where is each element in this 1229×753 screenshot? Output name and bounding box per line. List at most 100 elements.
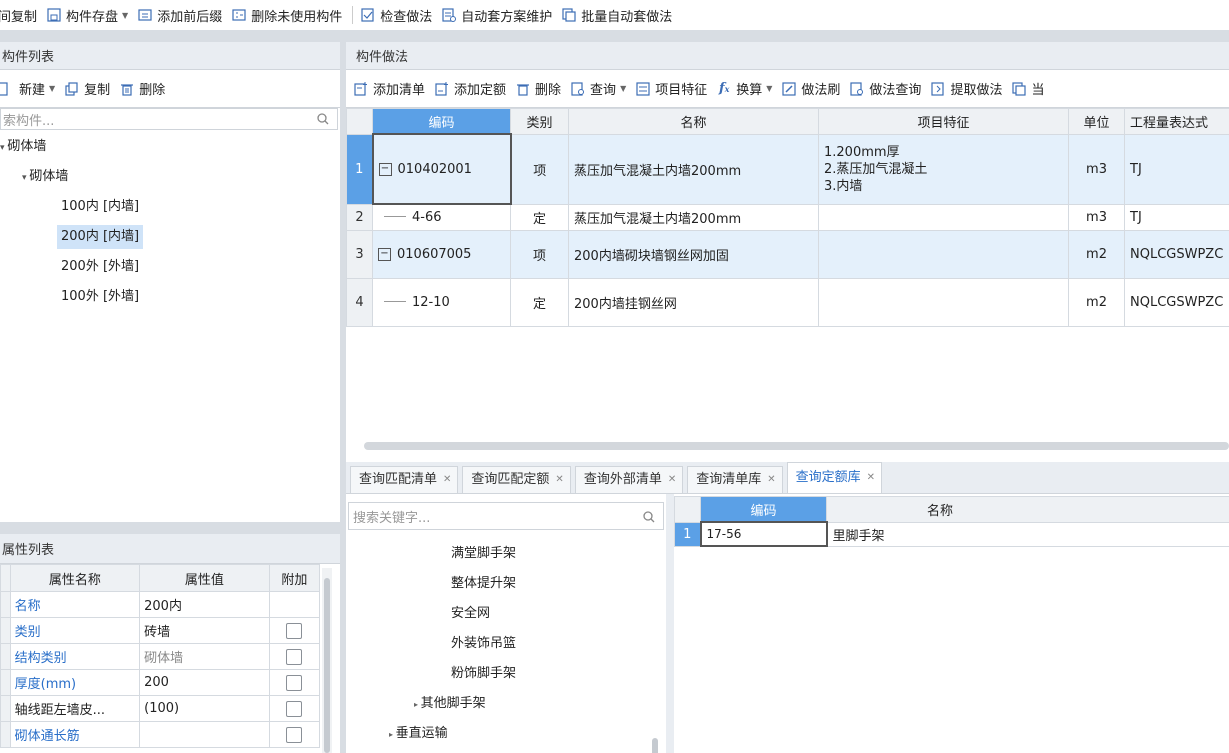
name-cell[interactable]: 200内墙挂钢丝网 bbox=[568, 277, 819, 327]
collapse-icon[interactable]: − bbox=[378, 247, 391, 261]
chevron-down-icon[interactable]: ▼ bbox=[122, 11, 128, 20]
table-row[interactable]: 1 17-56 里脚手架 bbox=[674, 521, 1229, 547]
kind-cell[interactable]: 定 bbox=[510, 203, 569, 231]
tab-match-quota[interactable]: 查询匹配定额 ✕ bbox=[462, 466, 571, 493]
library-node[interactable]: 整体提升架 bbox=[451, 572, 516, 591]
convert-button[interactable]: f x 换算 ▼ bbox=[713, 73, 778, 105]
toolbar-delete-unused-button[interactable]: 删除未使用构件 bbox=[228, 0, 348, 30]
method-hscrollbar[interactable] bbox=[364, 442, 1229, 450]
method-query-button[interactable]: 做法查询 bbox=[846, 73, 927, 105]
unit-cell[interactable]: m3 bbox=[1068, 133, 1125, 205]
result-name-header[interactable]: 名称 bbox=[826, 496, 1229, 523]
chevron-down-icon[interactable]: ▼ bbox=[766, 84, 772, 93]
property-value[interactable]: 砖墙 bbox=[139, 617, 270, 644]
unit-cell[interactable]: m3 bbox=[1068, 203, 1125, 231]
extra-checkbox[interactable] bbox=[286, 700, 303, 717]
property-row-rebar[interactable]: 砌体通长筋 bbox=[0, 721, 320, 748]
toolbar-save-component-button[interactable]: 构件存盘 ▼ bbox=[43, 0, 134, 30]
library-node[interactable]: ▸ 其他脚手架 bbox=[414, 692, 486, 711]
chevron-down-icon[interactable]: ▼ bbox=[620, 84, 626, 93]
extra-checkbox[interactable] bbox=[286, 622, 303, 639]
name-header[interactable]: 名称 bbox=[568, 108, 819, 135]
property-value[interactable]: (100) bbox=[139, 695, 270, 722]
code-cell[interactable]: 4-66 bbox=[372, 203, 511, 231]
library-splitter[interactable] bbox=[666, 494, 674, 753]
chevron-down-icon[interactable]: ▼ bbox=[49, 84, 55, 93]
feature-cell[interactable]: 1.200mm厚 2.蒸压加气混凝土 3.内墙 bbox=[818, 133, 1069, 205]
library-node[interactable]: ▸ 垂直运输 bbox=[389, 722, 448, 741]
table-row[interactable]: 2 4-66 定 蒸压加气混凝土内墙200mm m3 TJ bbox=[346, 203, 1229, 231]
result-code-header[interactable]: 编码 bbox=[700, 496, 827, 523]
property-scrollbar-thumb[interactable] bbox=[324, 578, 330, 753]
library-search-input[interactable]: 搜索关键字... bbox=[348, 502, 664, 530]
close-icon[interactable]: ✕ bbox=[555, 467, 563, 493]
tree-node-100-inner[interactable]: 100内 [内墙] bbox=[61, 195, 139, 219]
tab-quota-library[interactable]: 查询定额库 ✕ bbox=[786, 462, 883, 493]
expr-cell[interactable]: TJ bbox=[1124, 203, 1229, 231]
unit-cell[interactable]: m2 bbox=[1068, 229, 1125, 279]
component-search-input[interactable]: 索构件... bbox=[0, 108, 338, 130]
toolbar-scheme-button[interactable]: 自动套方案维护 bbox=[438, 0, 558, 30]
property-row-category[interactable]: 类别 砖墙 bbox=[0, 617, 320, 644]
add-list-button[interactable]: 添加清单 bbox=[350, 73, 431, 105]
search-icon[interactable] bbox=[317, 113, 329, 129]
result-name-cell[interactable]: 里脚手架 bbox=[826, 521, 1229, 547]
tab-match-list[interactable]: 查询匹配清单 ✕ bbox=[350, 466, 459, 493]
code-cell[interactable]: −010607005 bbox=[372, 229, 511, 279]
result-code-cell[interactable]: 17-56 bbox=[699, 521, 828, 547]
tree-node-200-outer[interactable]: 200外 [外墙] bbox=[61, 255, 139, 279]
expr-cell[interactable]: TJ bbox=[1124, 133, 1229, 205]
toolbar-batch-button[interactable]: 批量自动套做法 bbox=[558, 0, 678, 30]
current-button[interactable]: 当 bbox=[1008, 73, 1050, 105]
copy-button[interactable]: 复制 bbox=[61, 73, 116, 105]
feature-button[interactable]: 项目特征 bbox=[632, 73, 713, 105]
property-row-thickness[interactable]: 厚度(mm) 200 bbox=[0, 669, 320, 696]
feature-header[interactable]: 项目特征 bbox=[818, 108, 1069, 135]
library-node[interactable]: 粉饰脚手架 bbox=[451, 662, 516, 681]
extract-method-button[interactable]: 提取做法 bbox=[927, 73, 1008, 105]
toolbar-copy-button[interactable]: 间复制 bbox=[0, 0, 43, 30]
library-node[interactable]: 满堂脚手架 bbox=[451, 542, 516, 561]
library-scrollbar-thumb[interactable] bbox=[652, 738, 658, 753]
name-cell[interactable]: 蒸压加气混凝土内墙200mm bbox=[568, 133, 819, 205]
property-value[interactable]: 200内 bbox=[139, 591, 270, 618]
tree-node-masonry-wall[interactable]: ▾ 砌体墙 bbox=[0, 135, 46, 159]
table-row[interactable]: 4 12-10 定 200内墙挂钢丝网 m2 NQLCGSWPZC bbox=[346, 277, 1229, 327]
tree-node-200-inner[interactable]: 200内 [内墙] bbox=[57, 225, 144, 249]
method-brush-button[interactable]: 做法刷 bbox=[778, 73, 846, 105]
kind-cell[interactable]: 项 bbox=[510, 133, 569, 205]
feature-cell[interactable] bbox=[818, 229, 1069, 279]
property-value[interactable] bbox=[139, 721, 270, 748]
tab-list-library[interactable]: 查询清单库 ✕ bbox=[687, 466, 783, 493]
feature-cell[interactable] bbox=[818, 277, 1069, 327]
property-row-name[interactable]: 名称 200内 bbox=[0, 591, 320, 618]
name-cell[interactable]: 200内墙砌块墙钢丝网加固 bbox=[568, 229, 819, 279]
feature-cell[interactable] bbox=[818, 203, 1069, 231]
close-icon[interactable]: ✕ bbox=[867, 463, 875, 493]
delete-button[interactable]: 删除 bbox=[116, 73, 171, 105]
toolbar-add-affix-button[interactable]: 添加前后缀 bbox=[134, 0, 228, 30]
close-icon[interactable]: ✕ bbox=[767, 467, 775, 493]
close-icon[interactable]: ✕ bbox=[443, 467, 451, 493]
tree-node-masonry-wall-sub[interactable]: ▾ 砌体墙 bbox=[22, 165, 68, 189]
kind-cell[interactable]: 定 bbox=[510, 277, 569, 327]
search-icon[interactable] bbox=[643, 511, 655, 527]
new-button[interactable]: 新建 ▼ bbox=[0, 73, 61, 105]
extra-checkbox[interactable] bbox=[286, 726, 303, 743]
code-header[interactable]: 编码 bbox=[372, 108, 511, 135]
kind-header[interactable]: 类别 bbox=[510, 108, 569, 135]
tree-node-100-outer[interactable]: 100外 [外墙] bbox=[61, 285, 139, 309]
toolbar-check-method-button[interactable]: 检查做法 bbox=[357, 0, 438, 30]
close-icon[interactable]: ✕ bbox=[668, 467, 676, 493]
tab-external-list[interactable]: 查询外部清单 ✕ bbox=[574, 466, 684, 493]
unit-header[interactable]: 单位 bbox=[1068, 108, 1125, 135]
collapse-icon[interactable]: − bbox=[378, 162, 392, 176]
horizontal-splitter[interactable] bbox=[0, 522, 340, 534]
method-delete-button[interactable]: 删除 bbox=[512, 73, 567, 105]
code-cell[interactable]: −010402001 bbox=[371, 133, 512, 205]
expr-cell[interactable]: NQLCGSWPZC bbox=[1124, 229, 1229, 279]
property-value[interactable]: 200 bbox=[139, 669, 270, 696]
query-button[interactable]: 查询 ▼ bbox=[567, 73, 632, 105]
add-quota-button[interactable]: 添加定额 bbox=[431, 73, 512, 105]
property-row-structure[interactable]: 结构类别 砌体墙 bbox=[0, 643, 320, 670]
